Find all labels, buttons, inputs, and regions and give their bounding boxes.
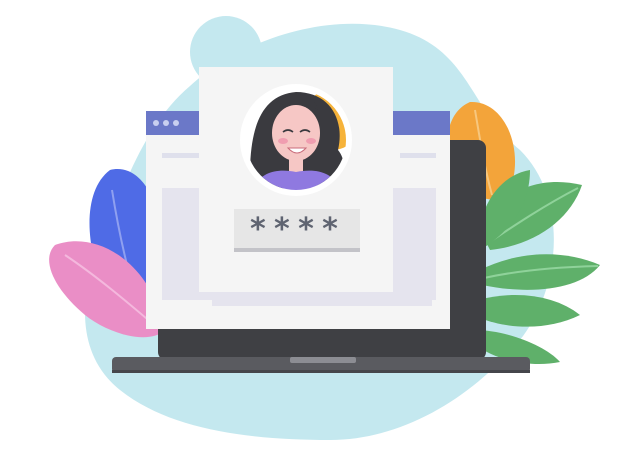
window-dots-icon [153,120,179,126]
password-field[interactable]: **** [234,209,360,251]
login-card [199,67,393,292]
login-illustration: **** [0,0,626,461]
leaf-icon [478,295,580,327]
